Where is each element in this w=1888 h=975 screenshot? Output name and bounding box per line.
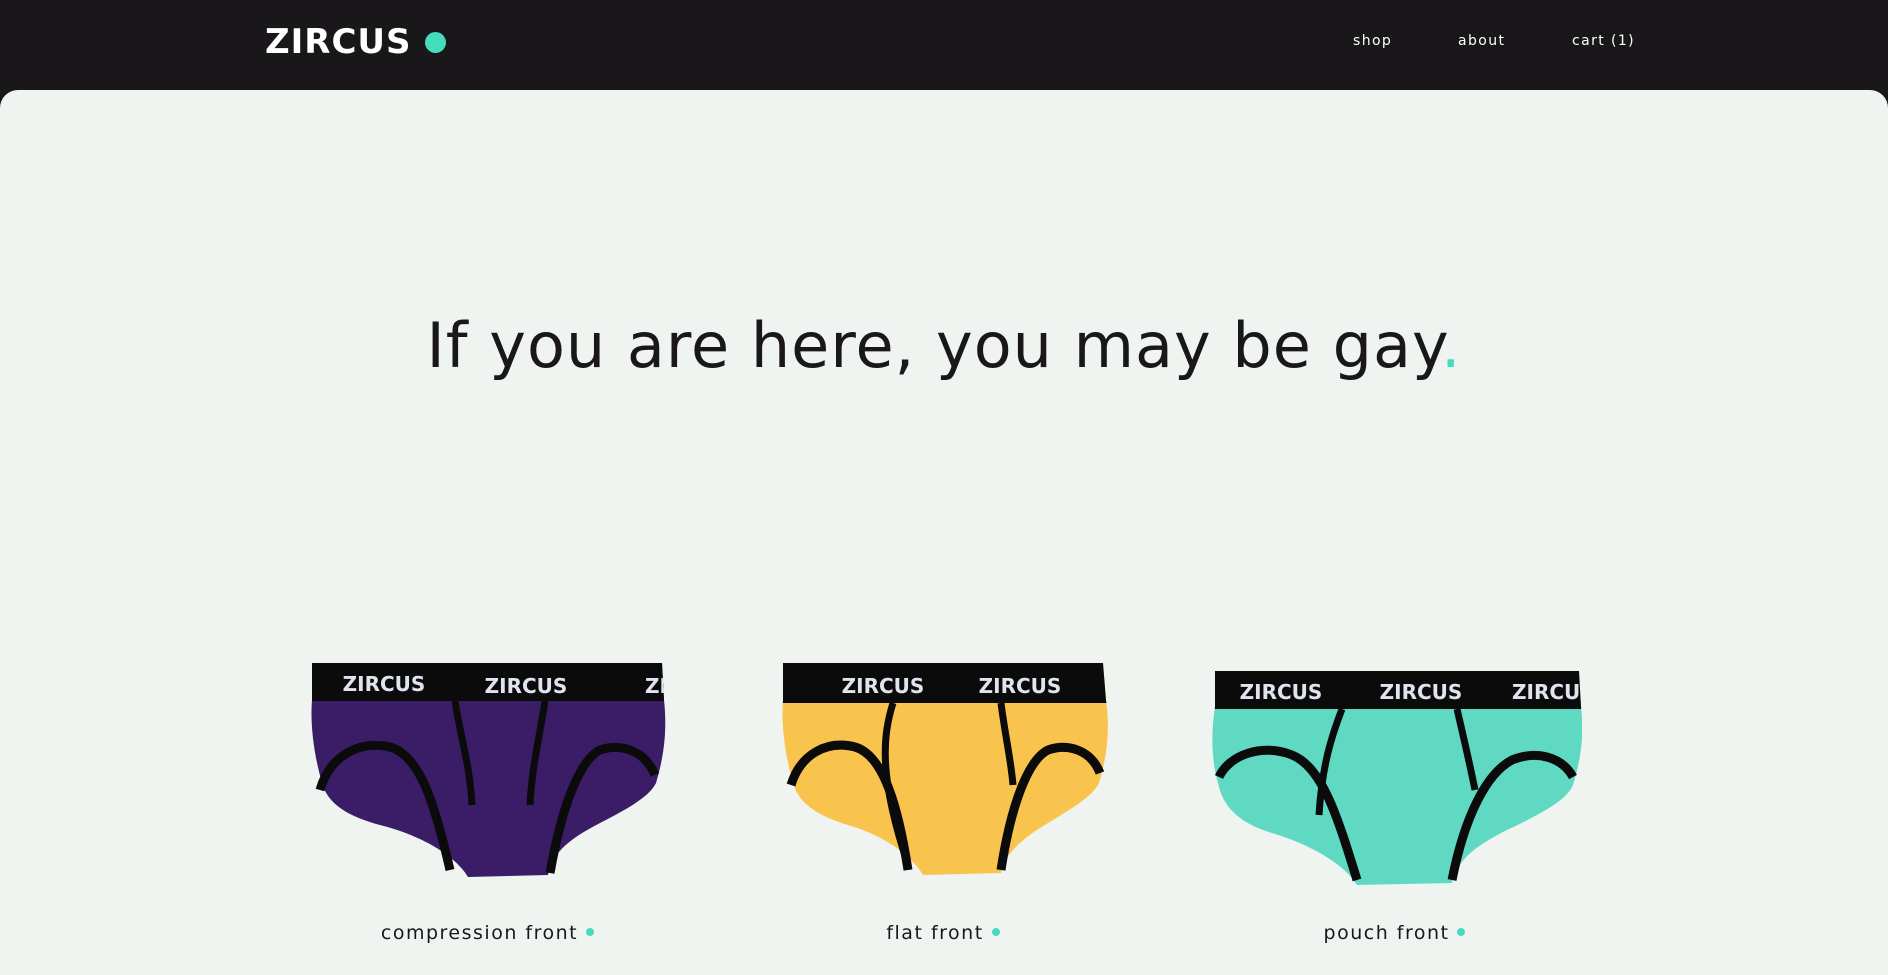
waistband-text: ZIRCUS (1512, 680, 1582, 704)
product-label-pouch-front[interactable]: pouch front (1207, 922, 1582, 948)
waistband-text: ZIRCUS (343, 672, 426, 696)
hero-headline-dot: . (1440, 309, 1462, 382)
nav-link-shop[interactable]: shop (1353, 33, 1392, 49)
waistband-text: ZIRCUS (979, 674, 1062, 698)
waistband-text: ZIRCUS (645, 674, 675, 698)
product-card-compression-front[interactable]: ZIRCUS ZIRCUS ZIRCUS (300, 655, 675, 895)
label-dot-icon (991, 927, 1000, 936)
product-image-flat-front: ZIRCUS ZIRCUS (782, 663, 1108, 875)
product-label-compression-front[interactable]: compression front (300, 922, 675, 948)
product-image-compression-front: ZIRCUS ZIRCUS ZIRCUS (311, 663, 675, 877)
label-dot-icon (586, 927, 595, 936)
hero-headline-text: If you are here, you may be gay (426, 309, 1441, 382)
product-card-pouch-front[interactable]: ZIRCUS ZIRCUS ZIRCUS (1207, 665, 1583, 905)
product-label-text: compression front (380, 922, 579, 944)
nav-link-cart[interactable]: cart (1) (1572, 33, 1635, 49)
waistband-text: ZIRCUS (485, 674, 568, 698)
top-navigation-bar: ZIRCUS shop about cart (1) (0, 0, 1888, 90)
product-label-text: pouch front (1323, 922, 1450, 944)
waistband-text: ZIRCUS (1240, 680, 1323, 704)
product-label-flat-front[interactable]: flat front (773, 922, 1113, 948)
nav-link-about[interactable]: about (1458, 33, 1505, 49)
waistband-text: ZIRCUS (1380, 680, 1463, 704)
waistband-text: ZIRCUS (842, 674, 925, 698)
product-card-flat-front[interactable]: ZIRCUS ZIRCUS (773, 655, 1113, 895)
label-dot-icon (1457, 927, 1466, 936)
hero-headline: If you are here, you may be gay. (0, 310, 1888, 382)
product-image-pouch-front: ZIRCUS ZIRCUS ZIRCUS (1212, 671, 1583, 885)
main-nav: shop about cart (1) (0, 33, 1888, 53)
product-label-text: flat front (886, 922, 984, 944)
